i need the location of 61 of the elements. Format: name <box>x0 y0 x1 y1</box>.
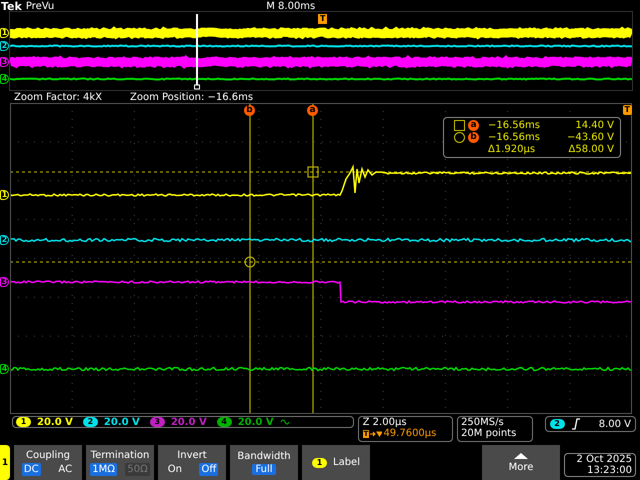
channel-marker[interactable]: 4 <box>0 74 9 84</box>
cursor-time: −16.56ms <box>488 132 541 144</box>
channel-marker[interactable]: 2 <box>0 235 9 246</box>
mode-label: PreVu <box>26 0 54 12</box>
cursor-time: −16.56ms <box>488 120 541 132</box>
menu-button[interactable]: Bandwidth Full <box>230 445 298 480</box>
cursor-badge: b <box>468 132 479 144</box>
square-icon <box>454 120 465 132</box>
date-time-display: 2 Oct 2025 13:23:00 <box>564 453 636 477</box>
circle-icon <box>454 132 465 144</box>
record-length: 20M points <box>461 428 518 440</box>
delta-value: Δ58.00 V <box>568 144 614 156</box>
channel-badge[interactable]: 3 <box>150 417 165 428</box>
channel-marker[interactable]: 3 <box>0 277 9 288</box>
trigger-marker: T <box>318 14 328 24</box>
cursor-label[interactable]: a <box>307 105 318 116</box>
trigger-position: 49.7600µs <box>383 428 436 440</box>
channel-badge[interactable]: 1 <box>16 417 31 428</box>
horizontal-scale: Z 2.00µs <box>362 417 408 428</box>
trigger-level: 8.00 V <box>598 418 632 430</box>
rising-edge-icon <box>570 418 581 430</box>
trigger-source-badge: 2 <box>550 419 565 430</box>
vertical-scale: 20.0 V <box>238 416 274 428</box>
delta-time: Δ1.920µs <box>488 144 536 156</box>
menu-option[interactable]: On <box>166 462 184 476</box>
zoom-factor: Zoom Factor: 4kX <box>14 92 102 103</box>
channel-marker[interactable]: 4 <box>0 364 9 374</box>
arrow-icon <box>370 430 382 438</box>
menu-option[interactable]: Full <box>252 464 276 474</box>
square-icon <box>308 166 318 178</box>
channel-marker[interactable]: 1 <box>0 190 9 200</box>
vertical-scale: 20.0 V <box>170 416 207 428</box>
caret-icon <box>513 452 529 460</box>
timebase-readout: M 8.00ms <box>266 0 316 12</box>
menu-button[interactable]: 1 Label <box>302 445 370 480</box>
sample-rate: 250MS/s <box>461 417 504 428</box>
menu-option[interactable]: AC <box>56 462 74 476</box>
cursor-value: 14.40 V <box>574 120 614 132</box>
brand-logo: Tek <box>1 0 22 12</box>
channel-marker[interactable]: 1 <box>0 28 9 38</box>
channel-marker[interactable]: 2 <box>0 41 9 51</box>
channel-badge[interactable]: 2 <box>82 417 98 428</box>
channel-marker[interactable]: 3 <box>0 57 9 67</box>
vertical-scale: 20.0 V <box>104 416 140 428</box>
menu-option[interactable]: Off <box>199 462 218 476</box>
zoom-position: Zoom Position: −16.6ms <box>130 92 254 103</box>
cursor-value: −43.60 V <box>566 132 614 144</box>
zoom-position-marker[interactable] <box>194 14 200 90</box>
cursor-line[interactable] <box>312 103 314 414</box>
cursor-badge: a <box>468 120 479 132</box>
menu-option[interactable]: DC <box>22 462 41 476</box>
channel-tab[interactable]: 1 <box>0 445 10 480</box>
trigger-marker: T <box>622 105 632 116</box>
channel-badge[interactable]: 4 <box>216 417 232 428</box>
menu-button[interactable]: Invert On Off <box>158 445 226 480</box>
more-button[interactable]: More <box>482 445 560 480</box>
menu-option[interactable]: 1MΩ <box>90 462 117 476</box>
menu-button[interactable]: Coupling DC AC <box>14 445 82 480</box>
vertical-scale: 20.0 V <box>37 416 73 428</box>
cursor-label[interactable]: b <box>244 105 255 116</box>
circle-icon <box>244 256 256 268</box>
